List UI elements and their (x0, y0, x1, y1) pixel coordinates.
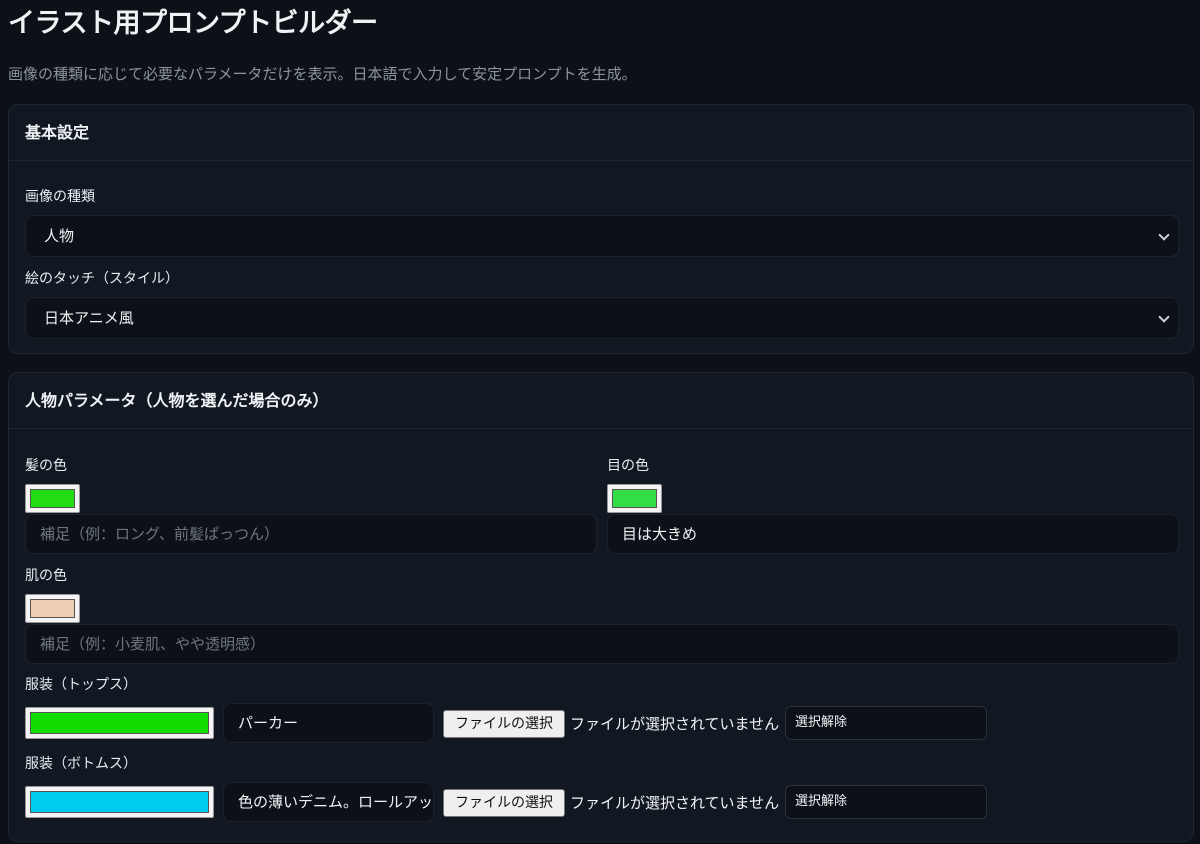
hair-color-swatch (30, 489, 75, 508)
bottoms-color-picker[interactable] (25, 786, 214, 818)
skin-color-swatch (30, 599, 75, 618)
hair-color-picker[interactable] (25, 484, 80, 513)
style-label: 絵のタッチ（スタイル） (25, 271, 179, 287)
bottoms-color-swatch (30, 791, 209, 813)
hair-note-placeholder: 補足（例：ロング、前髪ぱっつん） (40, 525, 279, 543)
skin-note-input[interactable]: 補足（例：小麦肌、やや透明感） (25, 624, 1179, 664)
tops-text-value: パーカー (238, 714, 299, 732)
eye-note-value: 目は大きめ (622, 525, 698, 543)
image-type-label: 画像の種類 (25, 189, 95, 205)
eye-note-input[interactable]: 目は大きめ (607, 514, 1179, 554)
tops-file-status: ファイルが選択されていません (570, 715, 780, 733)
tops-file-button[interactable]: ファイルの選択 (443, 710, 565, 738)
eye-color-label: 目の色 (607, 458, 649, 474)
skin-color-label: 肌の色 (25, 568, 67, 584)
basic-settings-card: 基本設定 画像の種類 人物 絵のタッチ（スタイル） 日本アニメ風 (8, 104, 1194, 354)
tops-color-swatch (30, 712, 209, 734)
person-params-card: 人物パラメータ（人物を選んだ場合のみ） 髪の色 補足（例：ロング、前髪ぱっつん）… (8, 372, 1194, 842)
image-type-select[interactable]: 人物 (25, 215, 1179, 257)
eye-color-swatch (612, 489, 657, 508)
tops-color-picker[interactable] (25, 707, 214, 739)
skin-color-picker[interactable] (25, 594, 80, 623)
style-value: 日本アニメ風 (44, 309, 134, 327)
eye-color-picker[interactable] (607, 484, 662, 513)
chevron-down-icon (1158, 229, 1170, 241)
bottoms-file-status: ファイルが選択されていません (570, 794, 780, 812)
hair-note-input[interactable]: 補足（例：ロング、前髪ぱっつん） (25, 514, 597, 554)
tops-clear-button[interactable]: 選択解除 (785, 706, 987, 740)
bottoms-file-button[interactable]: ファイルの選択 (443, 789, 565, 817)
tops-text-input[interactable]: パーカー (223, 703, 434, 743)
skin-note-placeholder: 補足（例：小麦肌、やや透明感） (40, 635, 266, 653)
page-subtitle: 画像の種類に応じて必要なパラメータだけを表示。日本語で入力して安定プロンプトを生… (8, 65, 637, 83)
tops-label: 服装（トップス） (25, 677, 137, 693)
bottoms-clear-button[interactable]: 選択解除 (785, 785, 987, 819)
bottoms-text-value: 色の薄いデニム。ロールアップ (238, 793, 434, 811)
hair-color-label: 髪の色 (25, 458, 67, 474)
page-title: イラスト用プロンプトビルダー (8, 8, 378, 39)
person-params-title: 人物パラメータ（人物を選んだ場合のみ） (9, 373, 1193, 429)
chevron-down-icon (1158, 311, 1170, 323)
image-type-value: 人物 (44, 227, 75, 245)
basic-settings-title: 基本設定 (9, 105, 1193, 161)
bottoms-text-input[interactable]: 色の薄いデニム。ロールアップ (223, 782, 434, 822)
bottoms-label: 服装（ボトムス） (25, 756, 137, 772)
style-select[interactable]: 日本アニメ風 (25, 297, 1179, 339)
